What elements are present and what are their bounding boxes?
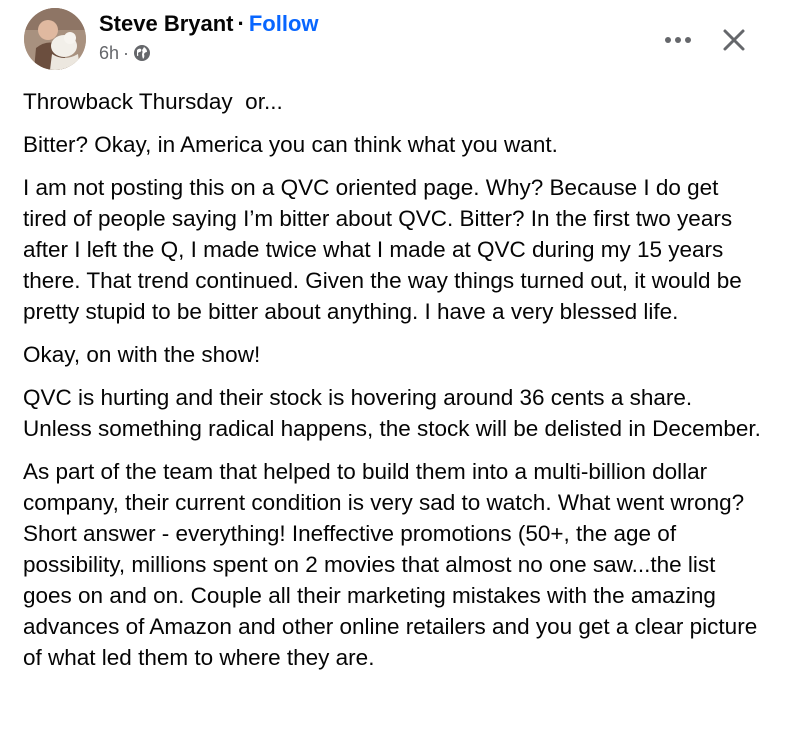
- author-name[interactable]: Steve Bryant: [99, 11, 234, 36]
- close-button[interactable]: [714, 20, 754, 60]
- post-meta: 6h ·: [99, 41, 151, 65]
- more-options-button[interactable]: [660, 22, 696, 58]
- post-paragraph: I am not posting this on a QVC oriented …: [23, 175, 742, 324]
- post-paragraph: Okay, on with the show!: [23, 342, 261, 367]
- author-line: Steve Bryant · Follow: [99, 9, 319, 39]
- post-card: Steve Bryant · Follow 6h · Throwback Thu…: [0, 0, 792, 753]
- post-header: Steve Bryant · Follow 6h ·: [24, 8, 784, 72]
- more-options-icon: [665, 37, 691, 43]
- name-separator: ·: [237, 11, 245, 36]
- close-icon: [723, 29, 745, 51]
- post-timestamp[interactable]: 6h: [99, 41, 119, 65]
- follow-button[interactable]: Follow: [249, 11, 319, 36]
- globe-icon[interactable]: [133, 44, 151, 62]
- post-paragraph: Bitter? Okay, in America you can think w…: [23, 132, 558, 157]
- avatar-image: [24, 8, 86, 70]
- post-paragraph: QVC is hurting and their stock is hoveri…: [23, 385, 761, 441]
- meta-separator: ·: [123, 43, 130, 63]
- avatar[interactable]: [24, 8, 86, 70]
- post-paragraph: Throwback Thursday or...: [23, 89, 283, 114]
- post-paragraph: As part of the team that helped to build…: [23, 459, 758, 670]
- post-body: Throwback Thursday or... Bitter? Okay, i…: [23, 86, 763, 685]
